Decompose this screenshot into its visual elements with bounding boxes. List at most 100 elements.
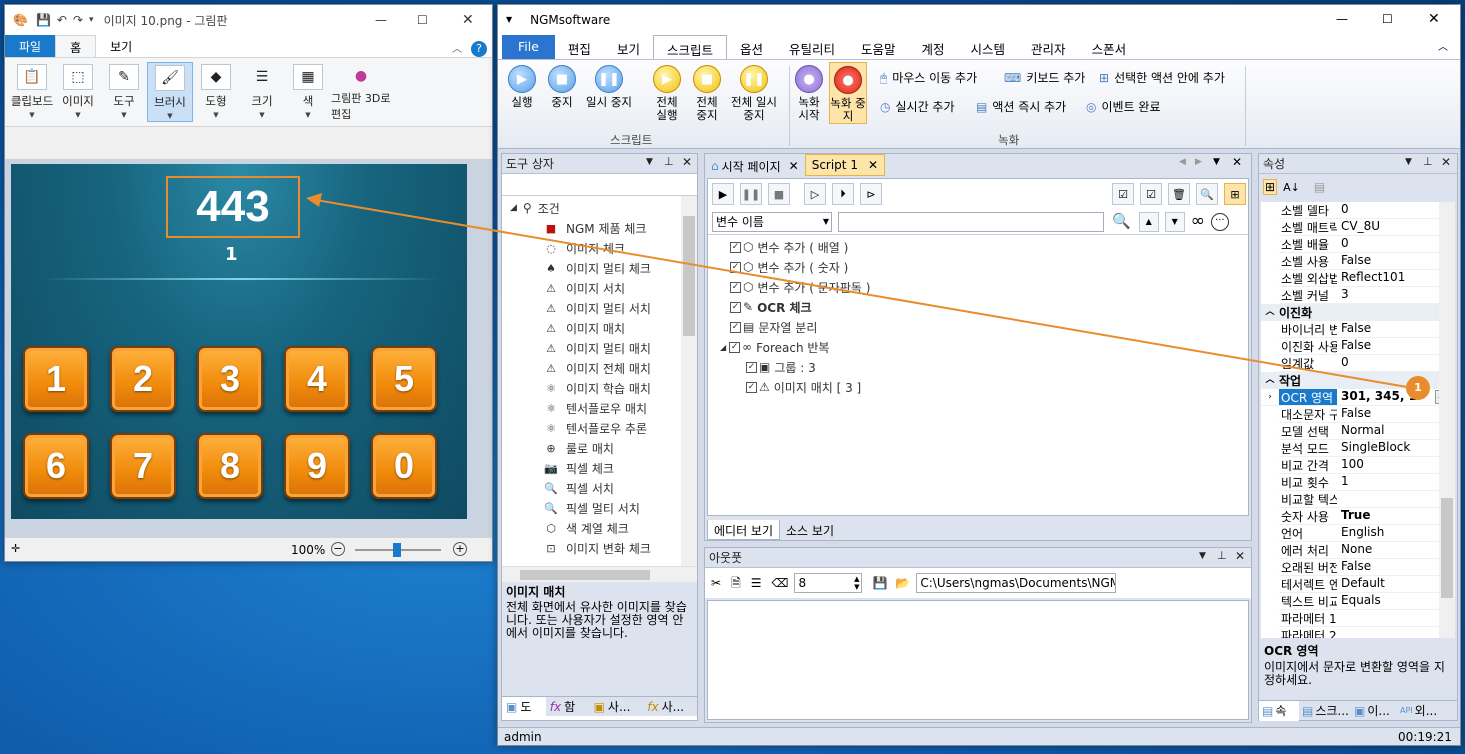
pin-icon[interactable]: ⊥ (1423, 156, 1433, 167)
run-all-button[interactable]: ▶ 전체 실행 (650, 65, 684, 122)
props-scroll-thumb[interactable] (1441, 498, 1453, 598)
line-checkbox[interactable]: ✓ (729, 341, 741, 353)
toolbox-item[interactable]: ■ NGM 제품 체크 (502, 218, 697, 238)
color-button[interactable]: ▦ 색 ▼ (285, 62, 331, 122)
pause-button[interactable]: ❚❚ 일시 중지 (586, 65, 632, 109)
toolbox-item[interactable]: ⚛ 텐서플로우 매치 (502, 398, 697, 418)
quick-access-dropdown-icon[interactable]: ▾ (89, 15, 94, 25)
tab-editor-view[interactable]: 에디터 보기 (707, 520, 781, 540)
minimize-icon[interactable]: — (1336, 13, 1348, 25)
toolbox-item[interactable]: ◌ 이미지 체크 (502, 238, 697, 258)
expand-icon[interactable]: › (1261, 389, 1279, 405)
redo-icon[interactable]: ↷ (73, 14, 83, 26)
tab-list-icon[interactable]: ▼ (1213, 158, 1220, 167)
tab-home[interactable]: 홈 (55, 35, 97, 57)
collapse-icon[interactable]: ◢ (720, 343, 726, 352)
property-row[interactable]: 테서렉트 엔진 Default (1279, 576, 1455, 593)
variable-search-input[interactable] (838, 211, 1104, 232)
line-checkbox[interactable]: ✓ (746, 361, 757, 373)
property-row[interactable]: 소벨 사용 False (1279, 253, 1455, 270)
event-complete-button[interactable]: ◎ 이벤트 완료 (1086, 98, 1161, 115)
folder-icon[interactable]: 📂 (895, 577, 910, 589)
menu-0[interactable]: File (502, 35, 555, 59)
step-over-button[interactable]: ⊳ (860, 183, 882, 205)
property-row[interactable]: 비교 간격 100 (1279, 457, 1455, 474)
tab-image[interactable]: ▣ 이... (1351, 702, 1397, 719)
system-menu-icon[interactable]: ▼ (506, 16, 512, 24)
variable-combo[interactable]: 변수 이름 ▼ (712, 211, 832, 232)
panel-close-icon[interactable]: ✕ (1441, 156, 1451, 168)
line-checkbox[interactable]: ✓ (730, 301, 741, 313)
clipboard-button[interactable]: 📋 클립보드 ▼ (9, 62, 55, 122)
run-script-button[interactable]: ▶ (712, 183, 734, 205)
script-line[interactable]: ◢ ✓ ∞ Foreach 반복 (708, 337, 1248, 357)
menu-5[interactable]: 유틸리티 (776, 35, 848, 59)
clear-tool-icon[interactable]: ✂ (711, 577, 721, 589)
property-row[interactable]: 이진화 사용 False (1279, 338, 1455, 355)
help-icon[interactable]: ? (471, 41, 487, 57)
delete-button[interactable]: 🗑 (1168, 183, 1190, 205)
tab-toolbox[interactable]: ▣ 도 (502, 696, 546, 717)
toolbox-item[interactable]: ⚠ 이미지 매치 (502, 318, 697, 338)
check-button[interactable]: ☑ (1140, 183, 1162, 205)
property-row[interactable]: 비교할 텍스트 (1279, 491, 1455, 508)
tab-file[interactable]: 파일 (5, 35, 56, 57)
pin-icon[interactable]: ⊥ (664, 156, 674, 167)
size-button[interactable]: ☰ 크기 ▼ (239, 62, 285, 122)
line-checkbox[interactable]: ✓ (730, 261, 741, 273)
property-row[interactable]: 파라메터 1 (1279, 610, 1455, 627)
collapse-icon[interactable]: ◢ (510, 203, 517, 213)
tab-close-icon[interactable]: ✕ (868, 159, 878, 171)
tab-close-icon[interactable]: ✕ (789, 160, 799, 172)
editor-close-icon[interactable]: ✕ (1232, 156, 1242, 168)
record-start-button[interactable]: ● 녹화 시작 (794, 65, 824, 122)
property-row[interactable]: 언어 English (1279, 525, 1455, 542)
step-button[interactable]: ▷ (804, 183, 826, 205)
property-row[interactable]: 대소문자 구분 False (1279, 406, 1455, 423)
toolbox-item[interactable]: ⚠ 이미지 서치 (502, 278, 697, 298)
check-all-button[interactable]: ☑ (1112, 183, 1134, 205)
close-icon[interactable]: ✕ (1428, 12, 1440, 26)
toolbox-item[interactable]: ⚠ 이미지 멀티 매치 (502, 338, 697, 358)
script-line[interactable]: ✓ ▤ 문자열 분리 (708, 317, 1248, 337)
toolbox-item[interactable]: ⊕ 룰로 매치 (502, 438, 697, 458)
tab-source-view[interactable]: 소스 보기 (780, 520, 840, 541)
property-row[interactable]: 임계값 0 (1279, 355, 1455, 372)
zoom-slider[interactable] (355, 543, 441, 557)
script-line[interactable]: ✓ ⬡ 변수 추가 ( 문자판독 ) (708, 277, 1248, 297)
property-row[interactable]: 모델 선택 Normal (1279, 423, 1455, 440)
stop-button[interactable]: ■ 중지 (548, 65, 576, 109)
stepper-arrows-icon[interactable]: ▲ ▼ (854, 575, 859, 591)
collapse-icon[interactable]: ︿ (1261, 308, 1279, 317)
zoom-in-icon[interactable]: + (453, 542, 467, 556)
undo-icon[interactable]: ↶ (57, 14, 67, 26)
toolbox-item[interactable]: 📷 픽셀 체크 (502, 458, 697, 478)
brush-button[interactable]: 🖌 브러시 ▼ (147, 62, 193, 122)
property-row[interactable]: 소벨 커널 3 (1279, 287, 1455, 304)
zoom-out-icon[interactable]: − (331, 542, 345, 556)
more-icon[interactable]: ··· (1210, 212, 1229, 231)
output-path-field[interactable]: C:\Users\ngmas\Documents\NGM6\ (916, 573, 1117, 593)
pause-script-button[interactable]: ❚❚ (740, 183, 762, 205)
menu-10[interactable]: 스폰서 (1079, 35, 1140, 59)
add-realtime-button[interactable]: ◷ 실시간 추가 (880, 98, 955, 115)
zoom-slider-thumb[interactable] (393, 543, 401, 557)
line-checkbox[interactable]: ✓ (730, 241, 741, 253)
scroll-thumb[interactable] (683, 216, 695, 336)
list-icon[interactable]: ☰ (751, 577, 762, 589)
prev-button[interactable]: ▲ (1138, 211, 1159, 232)
property-row[interactable]: 소벨 외삽법 Reflect101 (1279, 270, 1455, 287)
infinity-icon[interactable]: ∞ (1191, 213, 1205, 230)
record-stop-button[interactable]: ● 녹화 중지 (829, 62, 867, 124)
add-mouse-move-button[interactable]: 🖱 마우스 이동 추가 (880, 69, 977, 86)
save-icon[interactable]: 💾 (872, 577, 887, 589)
image-button[interactable]: ⬚ 이미지 ▼ (55, 62, 101, 122)
category-binarize[interactable]: ︿ 이진화 (1261, 304, 1455, 321)
panel-close-icon[interactable]: ✕ (682, 156, 692, 168)
add-action-now-button[interactable]: ▤ 액션 즉시 추가 (976, 98, 1066, 115)
step-into-button[interactable]: ⏵ (832, 183, 854, 205)
toolbox-item[interactable]: ⚛ 텐서플로우 추론 (502, 418, 697, 438)
toolbox-item[interactable]: ⚠ 이미지 전체 매치 (502, 358, 697, 378)
font-size-stepper[interactable]: 8 ▲ ▼ (794, 573, 863, 593)
find-button[interactable]: 🔍 (1196, 183, 1218, 205)
